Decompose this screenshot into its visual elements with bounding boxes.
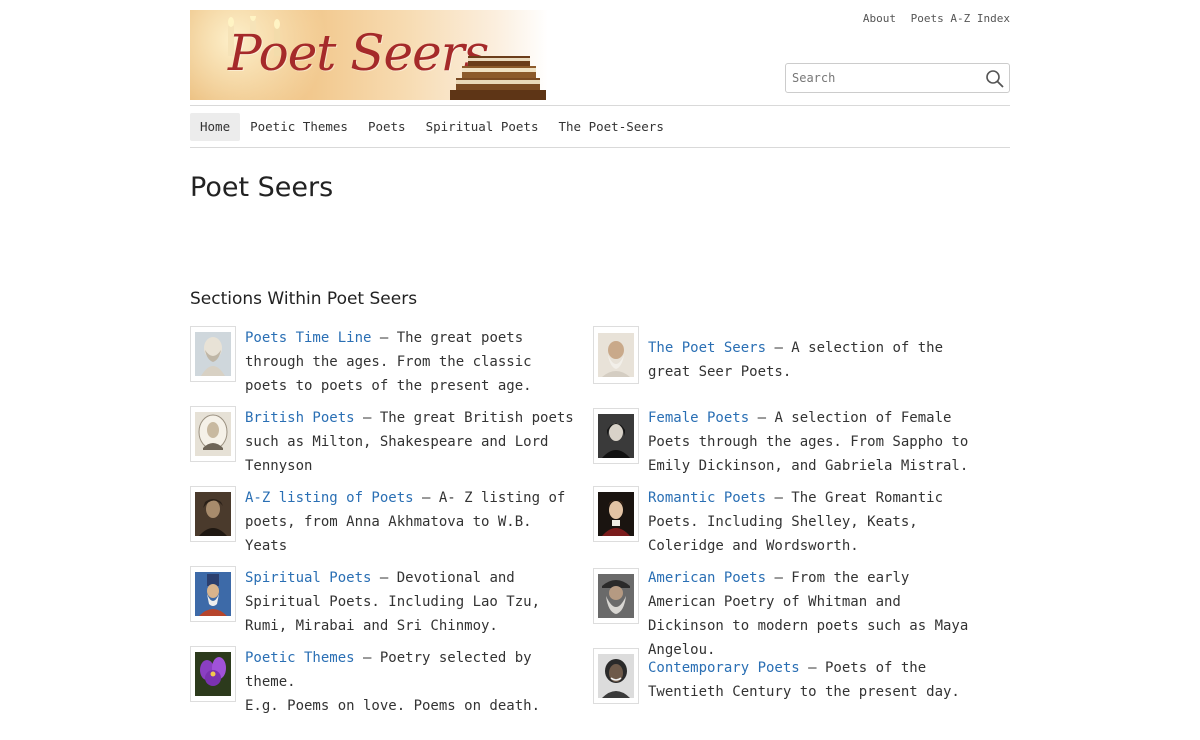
portrait-icon[interactable] xyxy=(593,486,639,542)
section-link-british-poets[interactable]: British Poets xyxy=(245,410,355,426)
section-description: Romantic Poets – The Great Romantic Poet… xyxy=(648,490,944,554)
portrait-icon[interactable] xyxy=(593,648,639,704)
section-link-romantic-poets[interactable]: Romantic Poets xyxy=(648,490,766,506)
section-link-poets-time-line[interactable]: Poets Time Line xyxy=(245,330,371,346)
page-title: Poet Seers xyxy=(190,172,334,203)
nav-item-poets[interactable]: Poets xyxy=(358,113,416,141)
section-description: Poetic Themes – Poetry selected by theme… xyxy=(245,650,541,714)
about-link[interactable]: About xyxy=(863,12,896,25)
nav-item-poetic-themes[interactable]: Poetic Themes xyxy=(240,113,358,141)
portrait-icon[interactable] xyxy=(190,406,236,462)
section-description: The Poet Seers – A selection of the grea… xyxy=(648,340,944,380)
top-links: About Poets A-Z Index xyxy=(855,12,1010,25)
section-link-american-poets[interactable]: American Poets xyxy=(648,570,766,586)
nav-item-the-poet-seers[interactable]: The Poet-Seers xyxy=(548,113,673,141)
portrait-icon[interactable] xyxy=(190,486,236,542)
section-link-poetic-themes[interactable]: Poetic Themes xyxy=(245,650,355,666)
section-link-contemporary-poets[interactable]: Contemporary Poets xyxy=(648,660,800,676)
portrait-icon[interactable] xyxy=(593,408,639,464)
flower-icon[interactable] xyxy=(190,646,236,702)
section-description: Spiritual Poets – Devotional and Spiritu… xyxy=(245,570,541,634)
main-nav: Home Poetic Themes Poets Spiritual Poets… xyxy=(190,105,1010,148)
section-description: Contemporary Poets – Poets of the Twenti… xyxy=(648,660,960,700)
bust-icon[interactable] xyxy=(190,326,236,382)
site-logo[interactable]: Poet Seers xyxy=(190,10,548,100)
sections-heading: Sections Within Poet Seers xyxy=(190,289,418,309)
portrait-icon[interactable] xyxy=(593,326,639,384)
books-image xyxy=(450,56,546,100)
section-description: Poets Time Line – The great poets throug… xyxy=(245,330,532,394)
section-link-female-poets[interactable]: Female Poets xyxy=(648,410,749,426)
header: Poet Seers About Poets A-Z Index xyxy=(190,0,1010,100)
section-description: British Poets – The great British poets … xyxy=(245,410,574,474)
portrait-icon[interactable] xyxy=(593,568,639,624)
nav-item-spiritual-poets[interactable]: Spiritual Poets xyxy=(416,113,549,141)
search-icon[interactable] xyxy=(985,69,1005,89)
portrait-icon[interactable] xyxy=(190,566,236,622)
section-link-spiritual-poets[interactable]: Spiritual Poets xyxy=(245,570,371,586)
search-box xyxy=(785,63,1010,93)
section-link-the-poet-seers[interactable]: The Poet Seers xyxy=(648,340,766,356)
search-input[interactable] xyxy=(786,64,988,92)
nav-item-home[interactable]: Home xyxy=(190,113,241,141)
section-description: Female Poets – A selection of Female Poe… xyxy=(648,410,969,474)
poets-az-index-link[interactable]: Poets A-Z Index xyxy=(911,12,1010,25)
section-link-az-listing[interactable]: A-Z listing of Poets xyxy=(245,490,414,506)
section-description: American Poets – From the early American… xyxy=(648,570,969,658)
page: Poet Seers About Poets A-Z Index Search … xyxy=(190,0,1010,714)
section-description: A-Z listing of Poets – A- Z listing of p… xyxy=(245,490,566,554)
